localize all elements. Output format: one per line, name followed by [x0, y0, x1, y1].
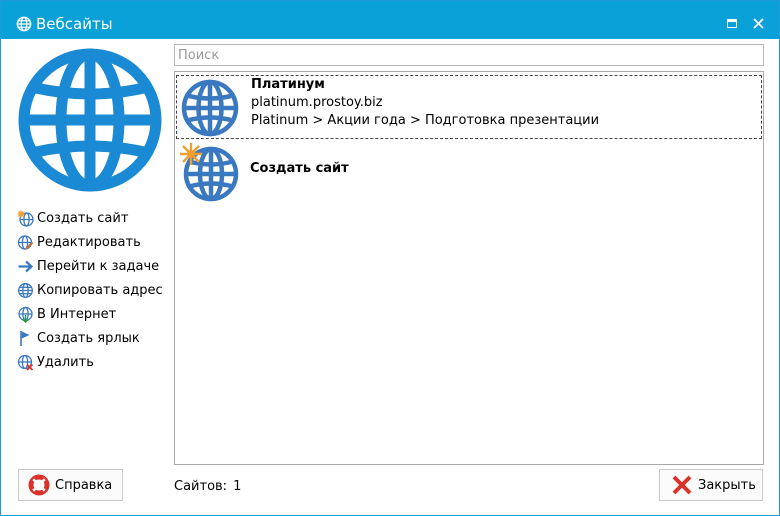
lifebuoy-icon: [28, 474, 50, 496]
action-create-shortcut[interactable]: Создать ярлык: [17, 326, 167, 350]
close-window-button[interactable]: [749, 14, 767, 32]
globe-download-icon: [18, 306, 33, 323]
action-label: В Интернет: [37, 306, 117, 322]
action-delete[interactable]: Удалить: [17, 350, 167, 374]
websites-window: Вебсайты Создать сайт Редактировать Пере…: [0, 0, 780, 516]
globe-delete-icon: [17, 354, 34, 371]
websites-globe-icon: [18, 48, 162, 192]
globe-new-icon: [17, 210, 34, 227]
close-button[interactable]: Закрыть: [659, 469, 763, 501]
action-copy-address[interactable]: Копировать адрес: [17, 278, 167, 302]
site-url: platinum.prostoy.biz: [251, 95, 383, 110]
title-bar[interactable]: Вебсайты: [1, 1, 779, 39]
globe-icon: [181, 79, 239, 137]
action-label: Удалить: [37, 354, 94, 370]
sites-count: Сайтов: 1: [174, 479, 241, 494]
sites-count-label: Сайтов:: [174, 479, 228, 494]
create-site-label: Создать сайт: [250, 161, 349, 176]
close-label: Закрыть: [698, 477, 756, 493]
help-label: Справка: [55, 477, 113, 493]
flag-icon: [20, 330, 30, 346]
site-title: Платинум: [251, 77, 325, 92]
globe-icon: [16, 16, 32, 32]
close-x-icon: [672, 475, 692, 495]
action-label: Создать сайт: [37, 210, 129, 226]
action-edit[interactable]: Редактировать: [17, 230, 167, 254]
sites-list[interactable]: Платинум platinum.prostoy.biz Platinum >…: [174, 71, 764, 465]
actions-panel: Создать сайт Редактировать Перейти к зад…: [17, 206, 167, 374]
close-icon: [752, 17, 764, 29]
globe-edit-icon: [17, 234, 34, 250]
list-item-create-site[interactable]: Создать сайт: [176, 142, 762, 204]
action-open-in-internet[interactable]: В Интернет: [17, 302, 167, 326]
action-label: Создать ярлык: [37, 330, 140, 346]
action-create-site[interactable]: Создать сайт: [17, 206, 167, 230]
maximize-button[interactable]: [723, 14, 741, 32]
arrow-right-icon: [18, 260, 34, 272]
action-label: Перейти к задаче: [37, 258, 160, 274]
help-button[interactable]: Справка: [18, 469, 123, 501]
globe-new-icon: [180, 143, 239, 202]
action-go-to-task[interactable]: Перейти к задаче: [17, 254, 167, 278]
action-label: Редактировать: [37, 234, 141, 250]
site-path: Platinum > Акции года > Подготовка презе…: [251, 113, 600, 128]
search-input[interactable]: [174, 44, 764, 66]
globe-copy-icon: [18, 282, 33, 298]
list-item-site[interactable]: Платинум platinum.prostoy.biz Platinum >…: [176, 75, 762, 139]
sites-count-value: 1: [233, 479, 242, 494]
action-label: Копировать адрес: [37, 282, 163, 298]
maximize-icon: [727, 18, 737, 28]
window-title: Вебсайты: [36, 15, 113, 33]
